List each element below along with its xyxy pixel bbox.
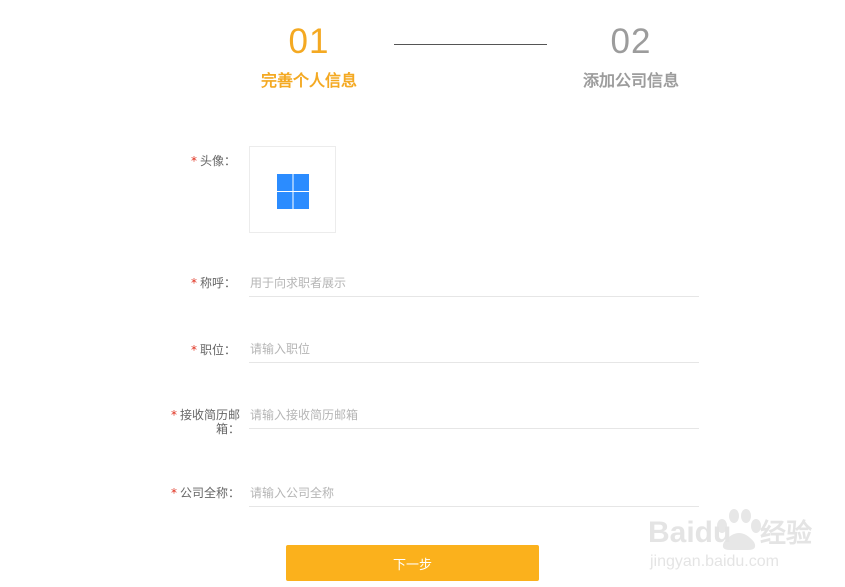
nickname-field[interactable] <box>249 269 699 297</box>
position-field[interactable] <box>249 335 699 363</box>
required-mark: * <box>190 154 197 168</box>
required-mark: * <box>190 276 197 290</box>
upload-square-icon <box>277 174 309 209</box>
resume-email-label: * 接收简历邮 箱： <box>160 408 240 436</box>
resume-email-label-line2: 箱： <box>215 422 240 436</box>
required-mark: * <box>190 343 197 357</box>
company-name-field[interactable] <box>249 479 699 507</box>
step-1-number: 01 <box>288 22 330 61</box>
avatar-upload[interactable] <box>249 146 336 233</box>
step-1-label: 完善个人信息 <box>260 71 357 90</box>
step-2: 02 添加公司信息 <box>551 22 711 91</box>
required-mark: * <box>170 486 177 500</box>
nickname-label-text: 称呼： <box>199 276 236 290</box>
company-name-label: * 公司全称： <box>160 486 240 500</box>
nickname-label: * 称呼： <box>186 276 236 290</box>
step-1: 01 完善个人信息 <box>229 22 389 91</box>
step-connector-line <box>394 44 547 45</box>
avatar-label: * 头像： <box>186 154 236 168</box>
company-name-label-text: 公司全称： <box>179 486 240 500</box>
avatar-label-text: 头像： <box>199 154 236 168</box>
resume-email-label-line1: * 接收简历邮 <box>170 408 240 422</box>
step-2-number: 02 <box>610 22 652 61</box>
watermark-url: jingyan.baidu.com <box>649 553 779 570</box>
step-2-label: 添加公司信息 <box>582 71 679 90</box>
position-label-text: 职位： <box>199 343 236 357</box>
resume-email-field[interactable] <box>249 401 699 429</box>
required-mark: * <box>170 408 177 422</box>
position-label: * 职位： <box>186 343 236 357</box>
watermark-brand-cn: 经验 <box>760 518 812 549</box>
baidu-jingyan-watermark: Baidu 经验 jingyan.baidu.com <box>648 509 812 570</box>
next-step-button[interactable]: 下一步 <box>286 545 539 581</box>
watermark-brand: Baidu <box>648 516 731 549</box>
